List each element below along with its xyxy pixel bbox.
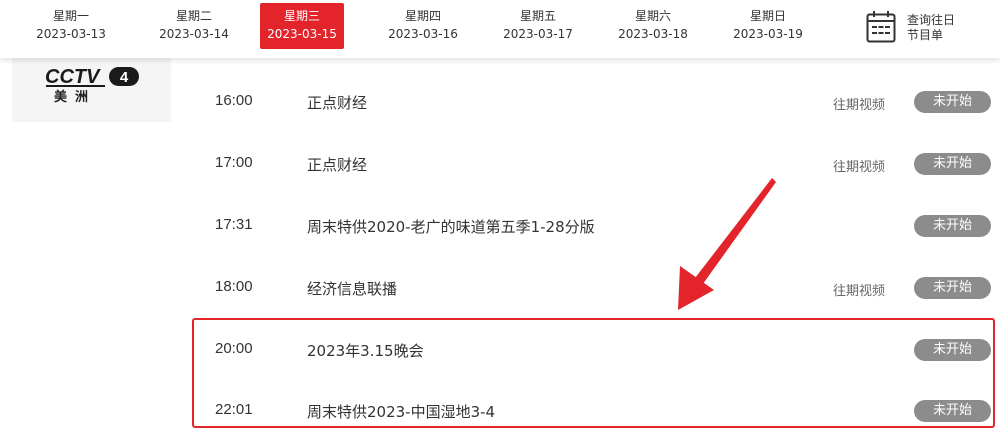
day-weekday: 星期一	[52, 9, 89, 23]
day-tab-tue[interactable]: 星期二 2023-03-14	[152, 3, 236, 49]
past-videos-link[interactable]: 往期视频	[833, 280, 885, 299]
status-badge: 未开始	[914, 277, 991, 299]
day-weekday: 星期二	[175, 9, 212, 23]
query-label: 查询往日 节目单	[907, 13, 977, 43]
day-date: 2023-03-13	[36, 27, 106, 41]
status-badge: 未开始	[914, 339, 991, 361]
program-time: 20:00	[215, 340, 253, 357]
program-time: 16:00	[215, 92, 253, 109]
query-past-schedule-button[interactable]: 查询往日 节目单	[866, 10, 976, 46]
schedule-row: 17:00 正点财经 往期视频 未开始	[195, 144, 995, 184]
day-date: 2023-03-15	[267, 27, 337, 41]
day-date: 2023-03-16	[388, 27, 458, 41]
program-title[interactable]: 2023年3.15晚会	[307, 340, 424, 361]
status-badge: 未开始	[914, 400, 991, 422]
program-title[interactable]: 正点财经	[307, 154, 367, 175]
day-tab-wed[interactable]: 星期三 2023-03-15	[260, 3, 344, 49]
status-badge: 未开始	[914, 215, 991, 237]
day-weekday: 星期六	[634, 9, 671, 23]
calendar-icon	[866, 11, 896, 43]
logo-number: 4	[120, 69, 129, 86]
day-date: 2023-03-19	[733, 27, 803, 41]
query-label-line1: 查询往日	[907, 13, 956, 27]
status-badge: 未开始	[914, 91, 991, 113]
past-videos-link[interactable]: 往期视频	[833, 94, 885, 113]
program-title[interactable]: 经济信息联播	[307, 278, 397, 299]
program-time: 17:31	[215, 216, 253, 233]
day-weekday: 星期日	[749, 9, 786, 23]
day-weekday: 星期五	[519, 9, 556, 23]
program-time: 17:00	[215, 154, 253, 171]
program-title[interactable]: 正点财经	[307, 92, 367, 113]
day-tab-sat[interactable]: 星期六 2023-03-18	[611, 3, 695, 49]
schedule-row: 22:01 周末特供2023-中国湿地3-4 未开始	[195, 391, 995, 431]
day-date: 2023-03-14	[159, 27, 229, 41]
logo-text: CCTV	[45, 66, 101, 88]
day-tab-thu[interactable]: 星期四 2023-03-16	[381, 3, 465, 49]
schedule-row: 20:00 2023年3.15晚会 未开始	[195, 330, 995, 370]
query-label-line2: 节目单	[907, 28, 944, 42]
day-tab-fri[interactable]: 星期五 2023-03-17	[496, 3, 580, 49]
schedule-row: 18:00 经济信息联播 往期视频 未开始	[195, 268, 995, 308]
schedule-row: 16:00 正点财经 往期视频 未开始	[195, 82, 995, 122]
past-videos-link[interactable]: 往期视频	[833, 156, 885, 175]
program-time: 22:01	[215, 401, 253, 418]
day-tab-sun[interactable]: 星期日 2023-03-19	[726, 3, 810, 49]
day-weekday: 星期四	[404, 9, 441, 23]
day-date: 2023-03-18	[618, 27, 688, 41]
day-tab-mon[interactable]: 星期一 2023-03-13	[29, 3, 113, 49]
schedule-row: 17:31 周末特供2020-老广的味道第五季1-28分版 未开始	[195, 206, 995, 246]
date-bar: 星期一 2023-03-13 星期二 2023-03-14 星期三 2023-0…	[0, 0, 1000, 58]
program-time: 18:00	[215, 278, 253, 295]
day-weekday: 星期三	[283, 9, 320, 23]
program-title[interactable]: 周末特供2023-中国湿地3-4	[307, 401, 495, 422]
channel-logo: CCTV 4 美洲	[12, 58, 171, 122]
program-title[interactable]: 周末特供2020-老广的味道第五季1-28分版	[307, 216, 595, 237]
channel-region: 美洲	[53, 90, 96, 105]
status-badge: 未开始	[914, 153, 991, 175]
day-date: 2023-03-17	[503, 27, 573, 41]
